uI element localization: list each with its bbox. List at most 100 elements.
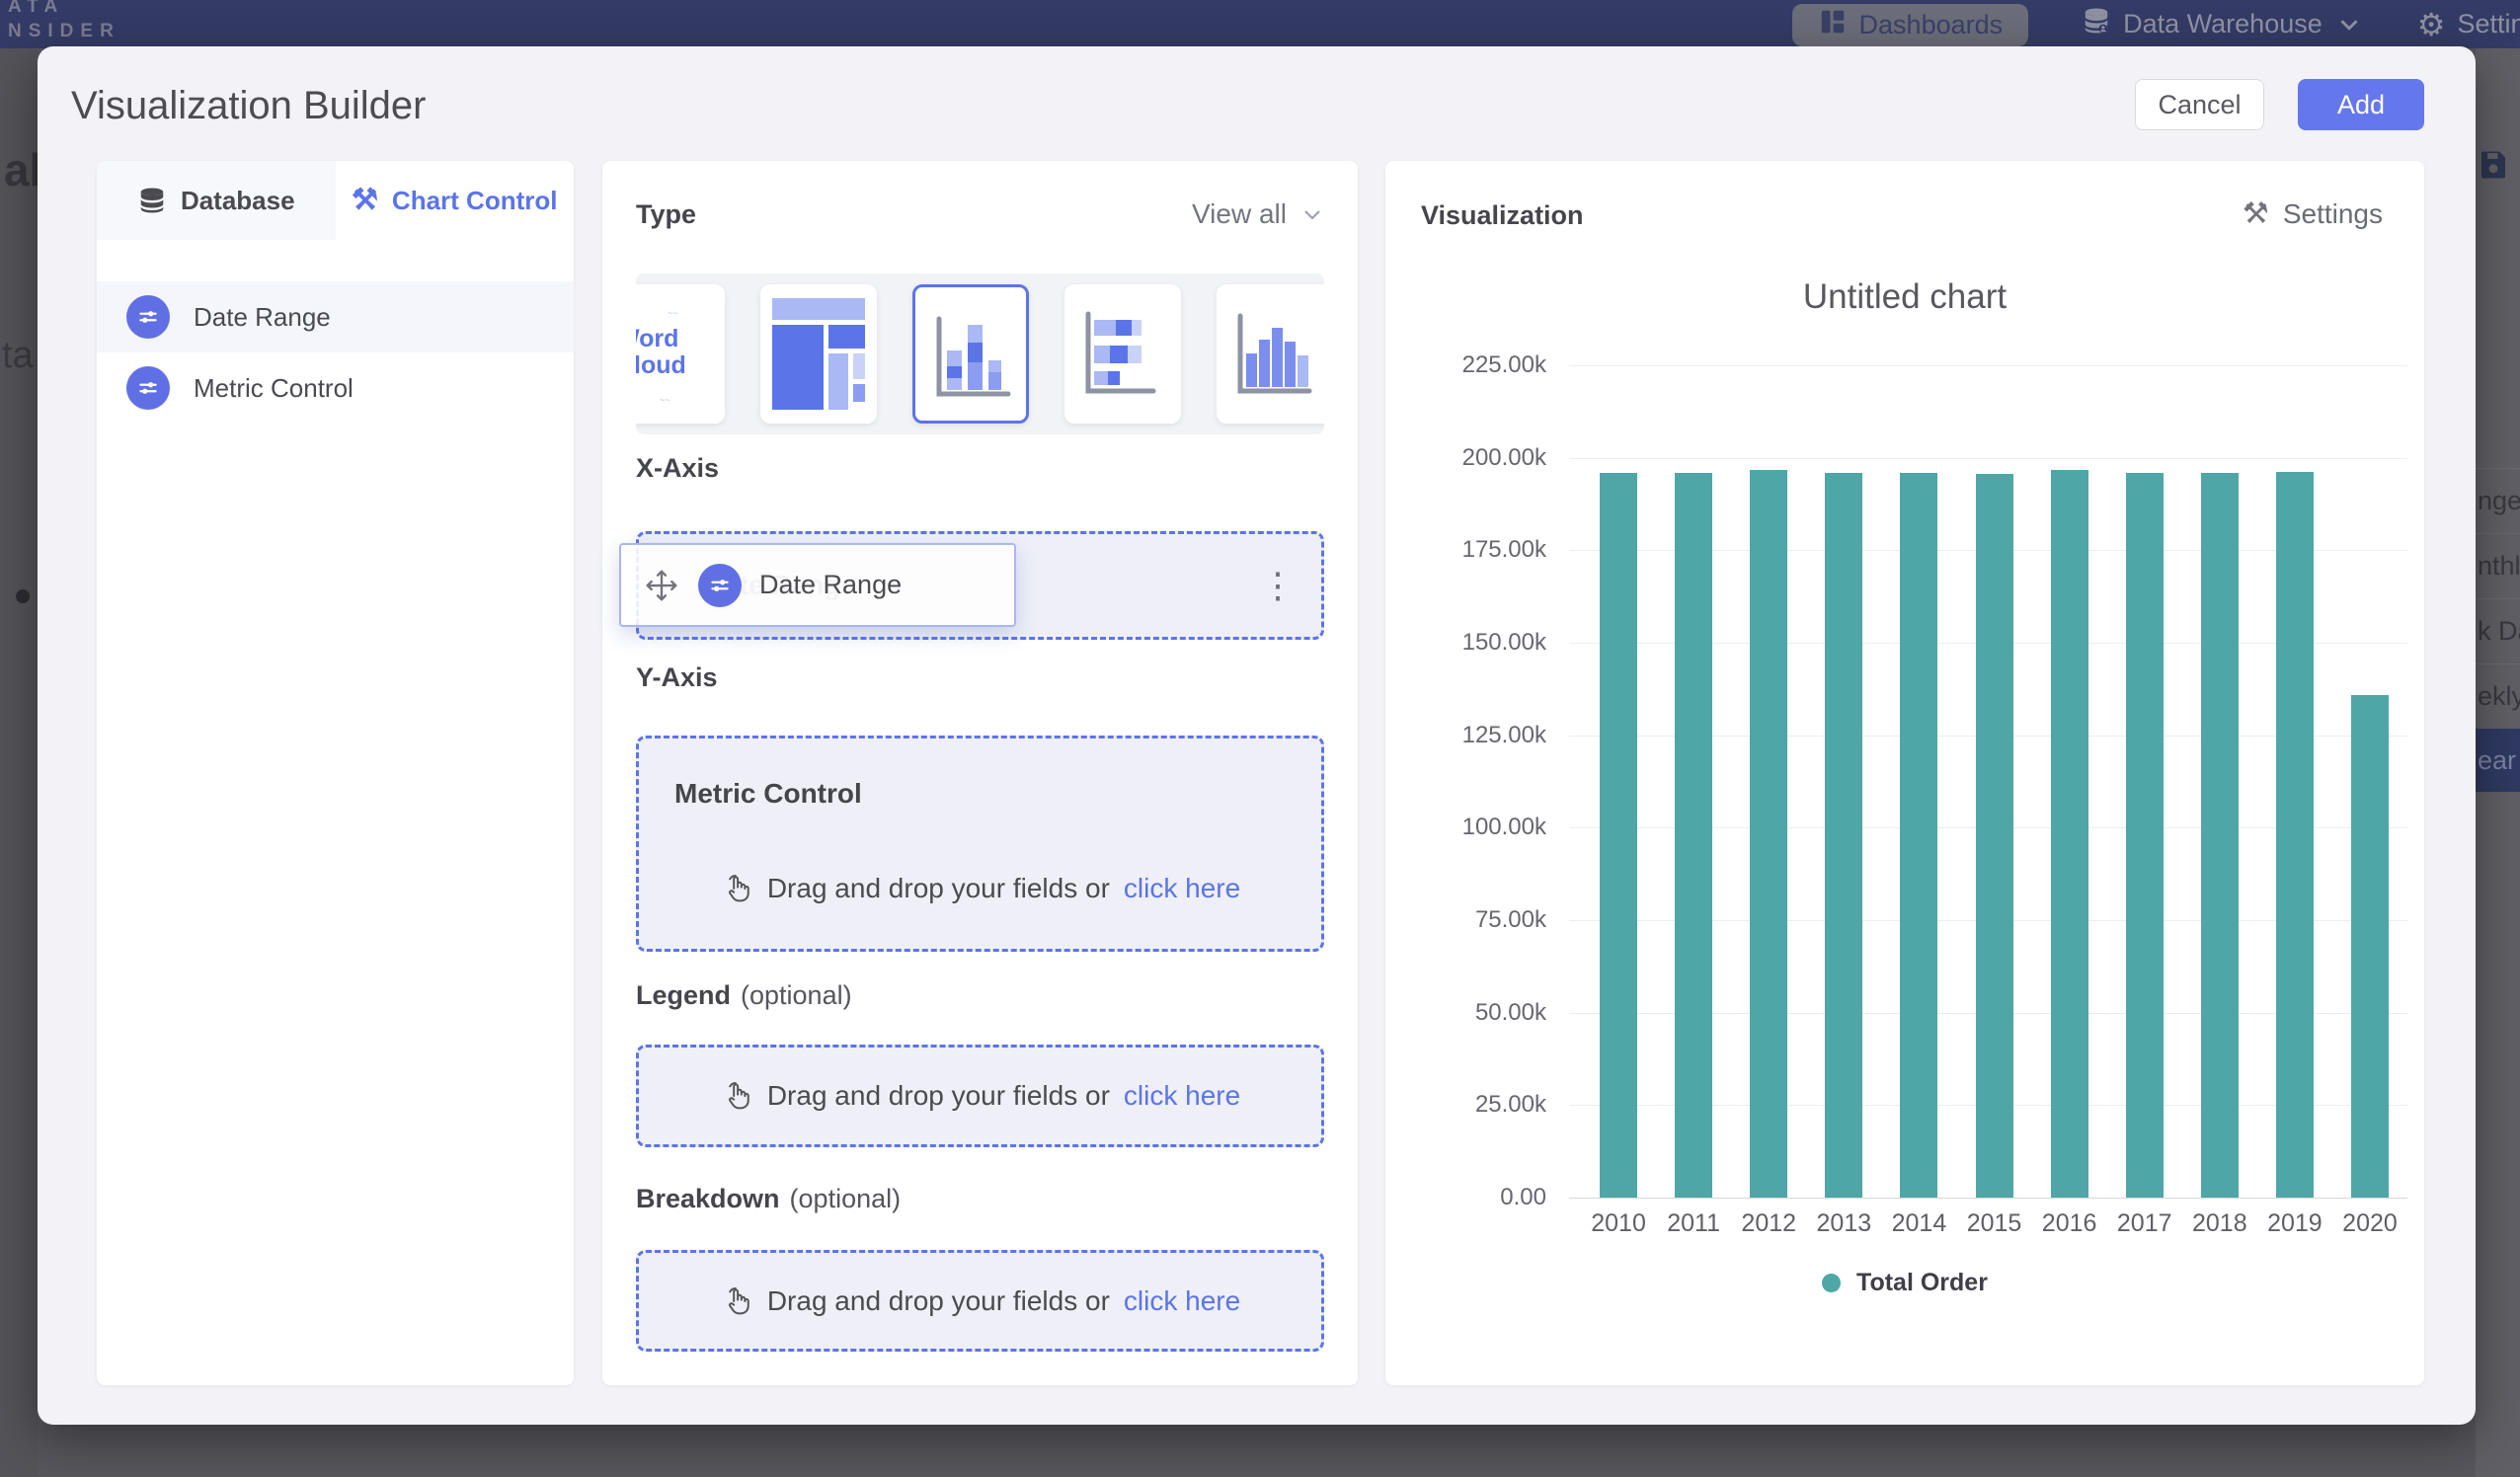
breakdown-heading: Breakdown (optional) [636,1184,901,1214]
background-menu-item[interactable]: k Date [2476,598,2520,663]
x-tick-label: 2018 [2182,1209,2257,1238]
bar-2010 [1600,473,1637,1198]
y-tick-label: 50.00k [1475,999,1546,1027]
field-row-date-range[interactable]: Date Range [97,281,574,352]
tools-icon: ⚒ [352,186,378,215]
visualization-panel: Visualization ⚒ Settings Untitled chart … [1385,161,2424,1385]
x-tick-label: 2016 [2032,1209,2107,1238]
x-tick-label: 2017 [2107,1209,2182,1238]
chart-type-word-cloud[interactable]: ~~ ~~ Word Cloud ~~ ~~ [636,284,725,424]
chart-type-stacked-bar[interactable] [1064,284,1181,424]
x-tick-label: 2010 [1581,1209,1656,1238]
visualization-builder-modal: Visualization Builder Cancel Add Databas… [38,46,2476,1425]
tab-chart-control[interactable]: ⚒ Chart Control [336,161,575,240]
bar-2017 [2126,473,2164,1198]
x-axis-heading: X-Axis [636,453,719,484]
background-menu-item[interactable]: nthly [2476,533,2520,598]
nav-settings[interactable]: ⚙ Settings [2417,0,2520,48]
click-here-link[interactable]: click here [1124,1080,1240,1112]
background-right-rail: nge nthly k Date ekly ear [2476,48,2520,1477]
click-here-link[interactable]: click here [1124,873,1240,904]
bar-slot [2107,365,2182,1198]
tab-database-label: Database [181,186,295,216]
gear-icon: ⚙ [2417,10,2446,39]
word-cloud-text: Word [636,326,686,352]
chart-x-labels: 2010201120122013201420152016201720182019… [1581,1209,2407,1238]
nav-dashboards[interactable]: Dashboards [1792,4,2029,46]
nav-data-warehouse[interactable]: Data Warehouse [2082,0,2364,48]
y-tick-label: 125.00k [1462,722,1546,749]
bar-slot [1731,365,1806,1198]
chart-type-histogram[interactable] [1217,284,1324,424]
bar-2011 [1675,473,1712,1198]
x-tick-label: 2015 [1956,1209,2031,1238]
x-tick-label: 2013 [1806,1209,1881,1238]
chip-label: Date Range [759,570,902,600]
chart-type-treemap[interactable] [760,284,877,424]
background-text-fragment: al [4,143,38,196]
view-all-dropdown[interactable]: View all [1192,198,1324,230]
y-tick-label: 225.00k [1462,351,1546,379]
breakdown-drop-zone[interactable]: Drag and drop your fields or click here [636,1250,1324,1352]
legend-drop-zone[interactable]: Drag and drop your fields or click here [636,1045,1324,1147]
nav-dashboards-label: Dashboards [1859,10,2004,40]
chevron-down-icon [1300,202,1324,226]
histogram-icon [1226,302,1321,405]
tap-hand-icon [720,872,753,905]
word-cloud-mini-word: ~~ [668,308,678,318]
legend-heading: Legend (optional) [636,980,852,1011]
dashboards-grid-icon [1818,7,1848,43]
drop-text: Drag and drop your fields or [767,873,1110,904]
logo-line1: ATA [8,0,120,19]
chart-bars [1581,365,2407,1198]
background-menu-item[interactable]: ekly [2476,663,2520,729]
settings-label: Settings [2283,198,2383,230]
drop-text: Drag and drop your fields or [767,1285,1110,1317]
bar-2018 [2201,473,2239,1198]
chevron-down-icon [2334,10,2364,39]
add-button[interactable]: Add [2298,79,2424,130]
y-tick-label: 25.00k [1475,1091,1546,1119]
y-tick-label: 75.00k [1475,906,1546,934]
tab-database[interactable]: Database [97,161,336,240]
builder-panel: Type View all ~~ ~~ Word Cloud ~~ ~~ [602,161,1358,1385]
visualization-heading: Visualization [1421,200,1584,231]
drop-zone-title: Metric Control [674,778,862,810]
x-tick-label: 2014 [1881,1209,1956,1238]
dragging-field-chip[interactable]: Date Range [619,543,1016,627]
background-text-fragment: ta [2,335,34,377]
bar-slot [2032,365,2107,1198]
bar-slot [1656,365,1731,1198]
bar-slot [2332,365,2407,1198]
chart-title: Untitled chart [1385,277,2424,317]
stacked-column-icon [925,305,1020,408]
field-label: Date Range [194,302,331,333]
floppy-save-icon[interactable] [2476,147,2511,188]
chart-type-selector: ~~ ~~ Word Cloud ~~ ~~ [636,273,1324,434]
background-menu-list: nge nthly k Date ekly ear [2476,468,2520,792]
chart-legend: Total Order [1385,1269,2424,1297]
y-axis-drop-zone[interactable]: Metric Control Drag and drop your fields… [636,736,1324,952]
background-menu-item-selected[interactable]: ear [2476,729,2520,792]
sliders-icon [126,366,170,410]
field-label: Metric Control [194,373,354,404]
logo-line2: NSIDER [8,19,120,43]
kebab-menu-icon[interactable]: ⋮ [1260,568,1296,603]
settings-button[interactable]: ⚒ Settings [2243,198,2383,230]
click-here-link[interactable]: click here [1124,1285,1240,1317]
cancel-button[interactable]: Cancel [2135,79,2264,130]
chart-type-stacked-column-selected[interactable] [912,284,1029,424]
modal-title: Visualization Builder [71,84,426,128]
bar-2012 [1750,470,1787,1198]
field-row-metric-control[interactable]: Metric Control [97,352,574,424]
nav-settings-label: Settings [2457,9,2520,39]
background-menu-item[interactable]: nge [2476,468,2520,533]
tab-chart-control-label: Chart Control [392,186,558,216]
database-icon [137,186,167,215]
app-logo: ATA NSIDER [8,0,120,43]
bar-2013 [1825,473,1862,1198]
bullet-dot [16,589,30,603]
legend-dot [1822,1274,1841,1292]
nav-data-warehouse-label: Data Warehouse [2123,9,2323,39]
y-tick-label: 0.00 [1500,1184,1546,1211]
